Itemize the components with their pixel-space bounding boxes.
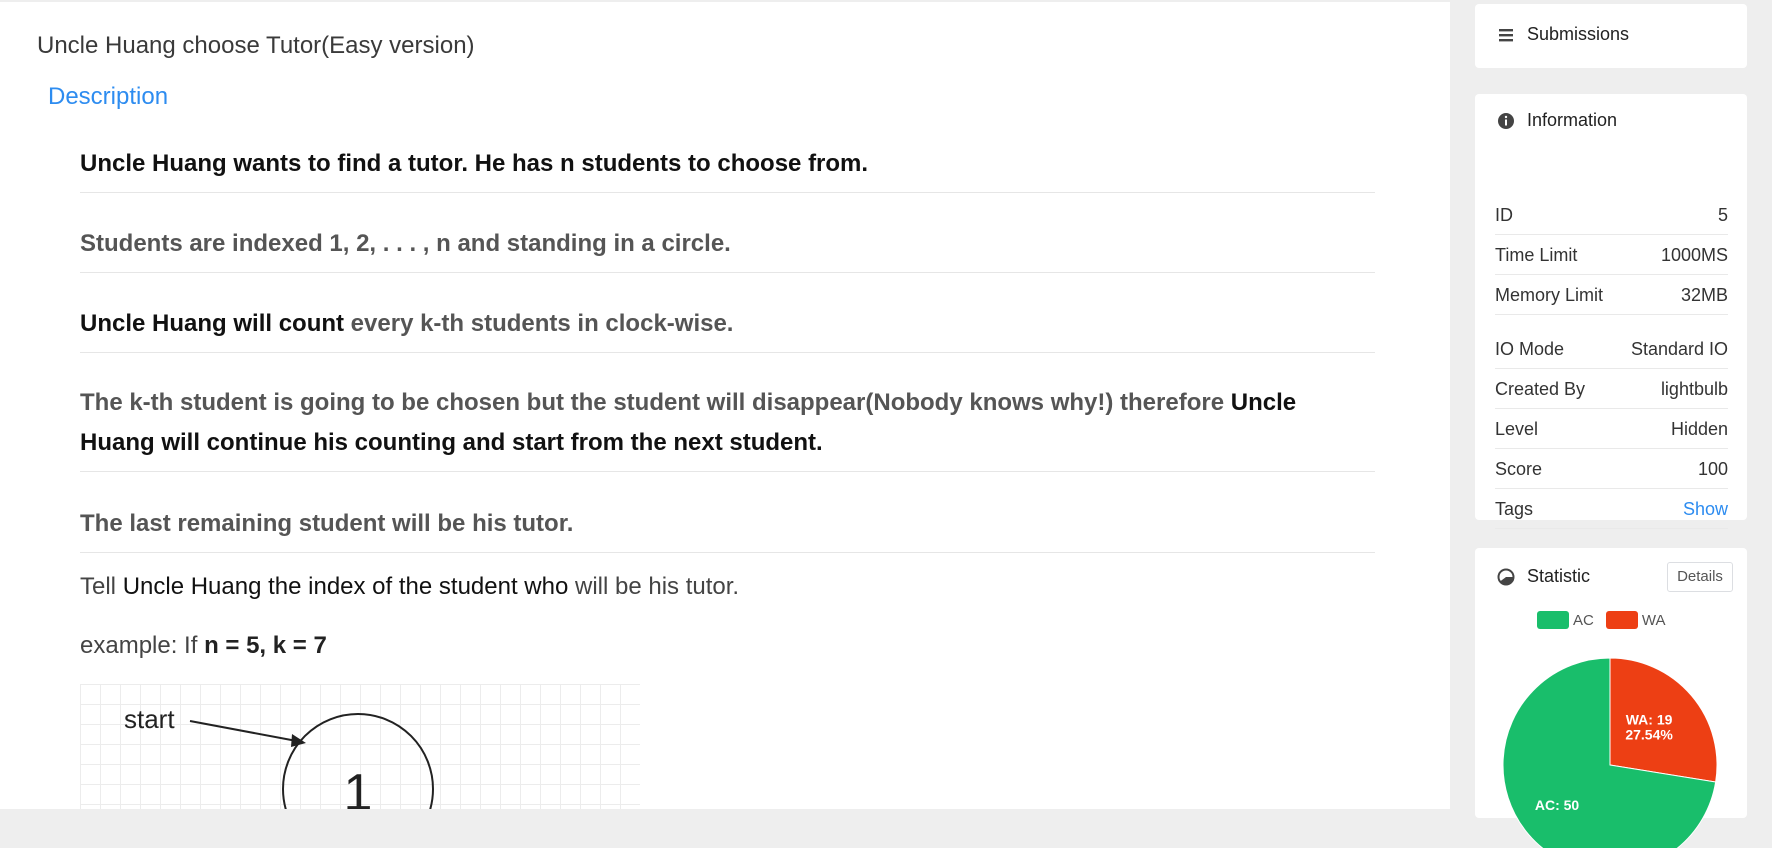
information-header: Information: [1497, 110, 1617, 131]
legend-wa[interactable]: WA: [1605, 611, 1666, 629]
problem-panel: Uncle Huang choose Tutor(Easy version) D…: [0, 2, 1450, 809]
info-row-memory-limit: Memory Limit 32MB: [1495, 274, 1728, 315]
statistic-label: Statistic: [1527, 566, 1591, 586]
submissions-card[interactable]: Submissions: [1475, 4, 1747, 68]
paragraph-3: Uncle Huang will count every k-th studen…: [80, 304, 1375, 353]
legend-ac[interactable]: AC: [1537, 611, 1594, 629]
info-row-level: Level Hidden: [1495, 408, 1728, 449]
description-heading: Description: [48, 83, 169, 110]
paragraph-6: Tell Uncle Huang the index of the studen…: [80, 573, 740, 600]
info-icon: [1497, 112, 1515, 130]
information-label: Information: [1527, 110, 1618, 130]
pie-label-ac-1: AC: 50: [1535, 797, 1580, 813]
pie-label-wa-2: 27.54%: [1625, 727, 1673, 743]
info-row-score: Score 100: [1495, 448, 1728, 489]
list-icon: [1497, 26, 1515, 44]
legend-wa-swatch: [1605, 611, 1638, 629]
legend-ac-label: AC: [1573, 611, 1594, 629]
paragraph-2: Students are indexed 1, 2, . . . , n and…: [80, 224, 1375, 273]
pie-chart-icon: [1497, 568, 1515, 586]
figure-start-label: start: [124, 704, 175, 734]
info-row-io-mode: IO Mode Standard IO: [1495, 328, 1728, 369]
pie-label-wa-1: WA: 19: [1626, 712, 1673, 728]
tags-show-link[interactable]: Show: [1683, 499, 1728, 520]
info-row-created-by: Created By lightbulb: [1495, 368, 1728, 409]
legend-ac-swatch: [1537, 611, 1569, 629]
pie-chart: WA: 1927.54% AC: 50: [1502, 657, 1718, 848]
information-card: Information ID 5 Time Limit 1000MS Memory …: [1475, 94, 1747, 529]
example-figure: start 1: [80, 684, 640, 809]
statistic-header: Statistic: [1497, 566, 1590, 587]
example-line: example: If n = 5, k = 7: [80, 632, 327, 659]
student-node-label: 1: [344, 764, 373, 809]
paragraph-5: The last remaining student will be his t…: [80, 504, 1375, 553]
start-arrow: [189, 720, 303, 743]
legend-wa-label: WA: [1641, 611, 1666, 629]
problem-title: Uncle Huang choose Tutor(Easy version): [37, 32, 475, 59]
circle-diagram: start 1: [124, 704, 434, 809]
submissions-label[interactable]: Submissions: [1527, 24, 1629, 45]
info-row-tags: Tags Show: [1495, 488, 1728, 529]
info-row-id: ID 5: [1495, 194, 1728, 235]
paragraph-4: The k-th student is going to be chosen b…: [80, 383, 1375, 472]
info-row-time-limit: Time Limit 1000MS: [1495, 234, 1728, 275]
paragraph-1: Uncle Huang wants to find a tutor. He ha…: [80, 144, 1375, 193]
chart-legend: AC WA: [1537, 611, 1677, 629]
statistic-card: Statistic Details AC WA WA: 19 27.54% AC: …: [1475, 548, 1747, 848]
details-button[interactable]: Details: [1667, 562, 1733, 592]
submissions-header[interactable]: Submissions: [1497, 24, 1629, 45]
